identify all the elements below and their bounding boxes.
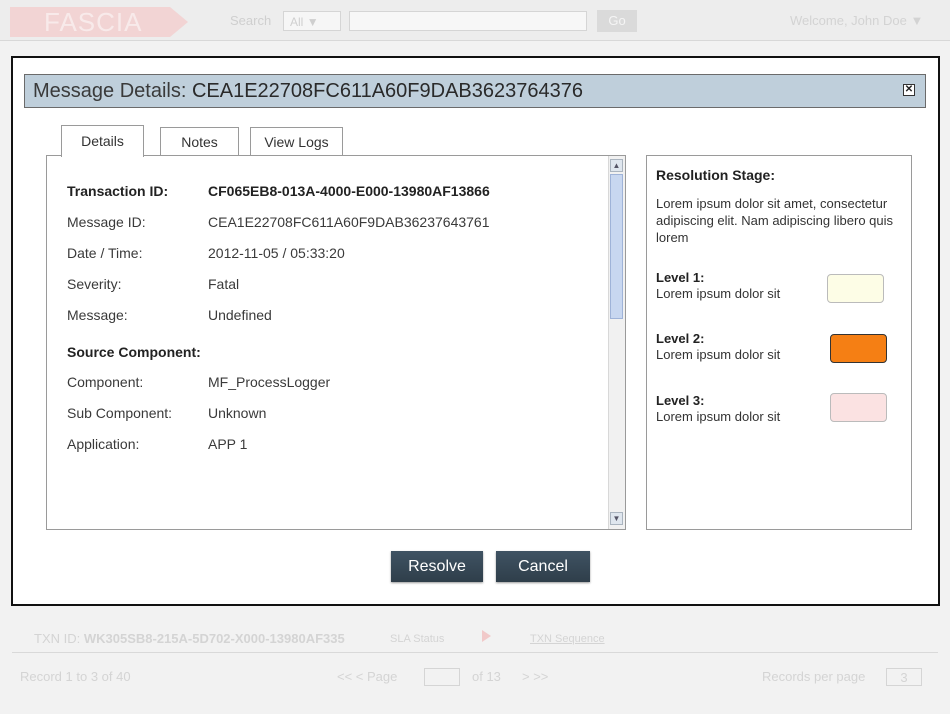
modal-title-prefix: Message Details: <box>33 80 192 102</box>
level-1: Level 1: Lorem ipsum dolor sit <box>656 270 780 302</box>
detail-key: Severity: <box>67 276 122 292</box>
level-1-color-swatch[interactable] <box>827 274 884 303</box>
detail-value: CEA1E22708FC611A60F9DAB36237643761 <box>208 214 490 230</box>
source-component-heading: Source Component: <box>67 344 201 360</box>
detail-key: Message ID: <box>67 214 146 230</box>
level-3-color-swatch[interactable] <box>830 393 887 422</box>
level-description: Lorem ipsum dolor sit <box>656 286 781 301</box>
tab-view-logs[interactable]: View Logs <box>250 127 343 156</box>
level-title: Level 3: <box>656 393 705 408</box>
level-description: Lorem ipsum dolor sit <box>656 347 781 362</box>
details-scrollbar[interactable]: ▲ ▼ <box>608 156 625 529</box>
modal-message-id: CEA1E22708FC611A60F9DAB3623764376 <box>191 80 583 102</box>
detail-value: Fatal <box>208 276 240 292</box>
scroll-up-icon[interactable]: ▲ <box>610 159 623 172</box>
level-title: Level 2: <box>656 331 705 346</box>
detail-value: APP 1 <box>208 436 248 452</box>
detail-key: Component: <box>67 374 144 390</box>
level-3: Level 3: Lorem ipsum dolor sit <box>656 393 780 425</box>
resolve-button[interactable]: Resolve <box>391 551 483 582</box>
detail-key: Application: <box>67 436 140 452</box>
level-description: Lorem ipsum dolor sit <box>656 409 781 424</box>
detail-value: 2012-11-05 / 05:33:20 <box>208 245 345 261</box>
detail-key: Transaction ID: <box>67 183 169 199</box>
level-2: Level 2: Lorem ipsum dolor sit <box>656 331 780 363</box>
resolution-description: Lorem ipsum dolor sit amet, consectetur … <box>656 196 894 245</box>
message-details-modal: Message Details: CEA1E22708FC611A60F9DAB… <box>11 56 940 606</box>
close-icon[interactable]: ✕ <box>903 84 915 96</box>
detail-key: Sub Component: <box>67 405 173 421</box>
detail-key: Message: <box>67 307 128 323</box>
tab-details[interactable]: Details <box>61 125 144 157</box>
scrollbar-thumb[interactable] <box>610 174 623 319</box>
level-2-color-swatch[interactable] <box>830 334 887 363</box>
detail-key: Date / Time: <box>67 245 143 261</box>
detail-value: MF_ProcessLogger <box>208 374 331 390</box>
level-title: Level 1: <box>656 270 705 285</box>
modal-header: Message Details: CEA1E22708FC611A60F9DAB… <box>24 74 926 108</box>
detail-value: Undefined <box>208 307 272 323</box>
resolution-title: Resolution Stage: <box>656 167 776 183</box>
detail-value: Unknown <box>208 405 267 421</box>
cancel-button[interactable]: Cancel <box>496 551 590 582</box>
scroll-down-icon[interactable]: ▼ <box>610 512 623 525</box>
modal-title: Message Details: CEA1E22708FC611A60F9DAB… <box>33 80 583 103</box>
details-panel: Transaction ID: CF065EB8-013A-4000-E000-… <box>46 155 626 530</box>
resolution-panel: Resolution Stage: Lorem ipsum dolor sit … <box>646 155 912 530</box>
detail-value: CF065EB8-013A-4000-E000-13980AF13866 <box>208 183 490 199</box>
tab-notes[interactable]: Notes <box>160 127 239 156</box>
